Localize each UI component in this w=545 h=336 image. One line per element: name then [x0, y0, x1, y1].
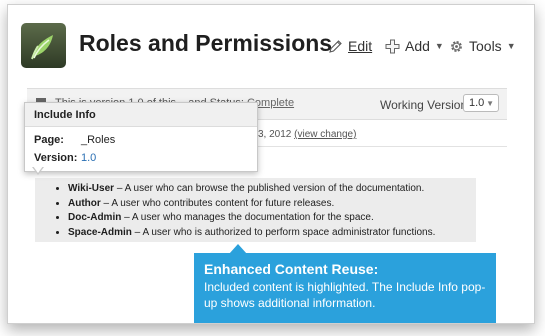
view-change-link[interactable]: (view change)	[294, 129, 356, 140]
plus-icon	[385, 39, 400, 53]
edit-button[interactable]: Edit	[328, 38, 372, 54]
list-item: Wiki-User – A user who can browse the pu…	[68, 182, 476, 197]
tools-menu[interactable]: Tools ▼	[449, 38, 516, 54]
tools-label: Tools	[469, 38, 502, 54]
included-content: Wiki-User – A user who can browse the pu…	[35, 178, 476, 242]
popup-version-label: Version:	[34, 152, 78, 164]
role-description: – A user who manages the documentation f…	[121, 212, 374, 223]
role-description: – A user who is authorized to perform sp…	[131, 226, 436, 238]
chevron-down-icon: ▼	[506, 41, 516, 51]
chevron-down-icon: ▼	[434, 41, 444, 51]
popup-page-label: Page:	[34, 134, 64, 146]
add-label: Add	[405, 38, 430, 54]
role-name: Space-Admin	[68, 226, 132, 238]
popup-pointer-fill	[33, 166, 43, 173]
list-item: Doc-Admin – A user who manages the docum…	[68, 211, 476, 226]
callout-body: Included content is highlighted. The Inc…	[204, 280, 486, 310]
callout-title: Enhanced Content Reuse:	[204, 261, 379, 277]
working-version-value: 1.0	[469, 97, 485, 109]
popup-page-row: Page: _Roles	[34, 134, 115, 146]
edit-label: Edit	[348, 38, 373, 54]
roles-list: Wiki-User – A user who can browse the pu…	[35, 178, 476, 240]
page-title: Roles and Permissions	[79, 30, 333, 56]
role-description: – A user who can browse the published ve…	[114, 183, 425, 194]
modification-line: 3, 2012 (view change)	[258, 129, 356, 140]
list-item: Space-Admin – A user who is authorized t…	[68, 226, 476, 241]
leaf-logo-icon	[21, 23, 66, 68]
gear-icon	[451, 40, 462, 52]
include-info-popup: Include Info Page: _Roles Version: 1.0	[24, 102, 258, 172]
role-name: Wiki-User	[68, 183, 115, 194]
feature-callout: Enhanced Content Reuse: Included content…	[194, 253, 496, 323]
role-name: Author	[68, 197, 101, 209]
popup-title: Include Info	[25, 103, 257, 127]
working-version-select[interactable]: 1.0 ▼	[463, 94, 499, 112]
pencil-icon	[329, 39, 342, 53]
modification-date: 3, 2012	[258, 129, 292, 140]
popup-version-link[interactable]: 1.0	[81, 152, 96, 164]
popup-version-row: Version: 1.0	[34, 152, 96, 164]
add-menu[interactable]: Add ▼	[385, 38, 444, 54]
role-name: Doc-Admin	[68, 212, 122, 223]
working-version-label: Working Version:	[380, 98, 471, 112]
role-description: – A user who contributes content for fut…	[100, 197, 335, 209]
list-item: Author – A user who contributes content …	[68, 197, 476, 212]
chevron-down-icon: ▼	[486, 99, 494, 108]
popup-page-value: _Roles	[81, 134, 116, 146]
